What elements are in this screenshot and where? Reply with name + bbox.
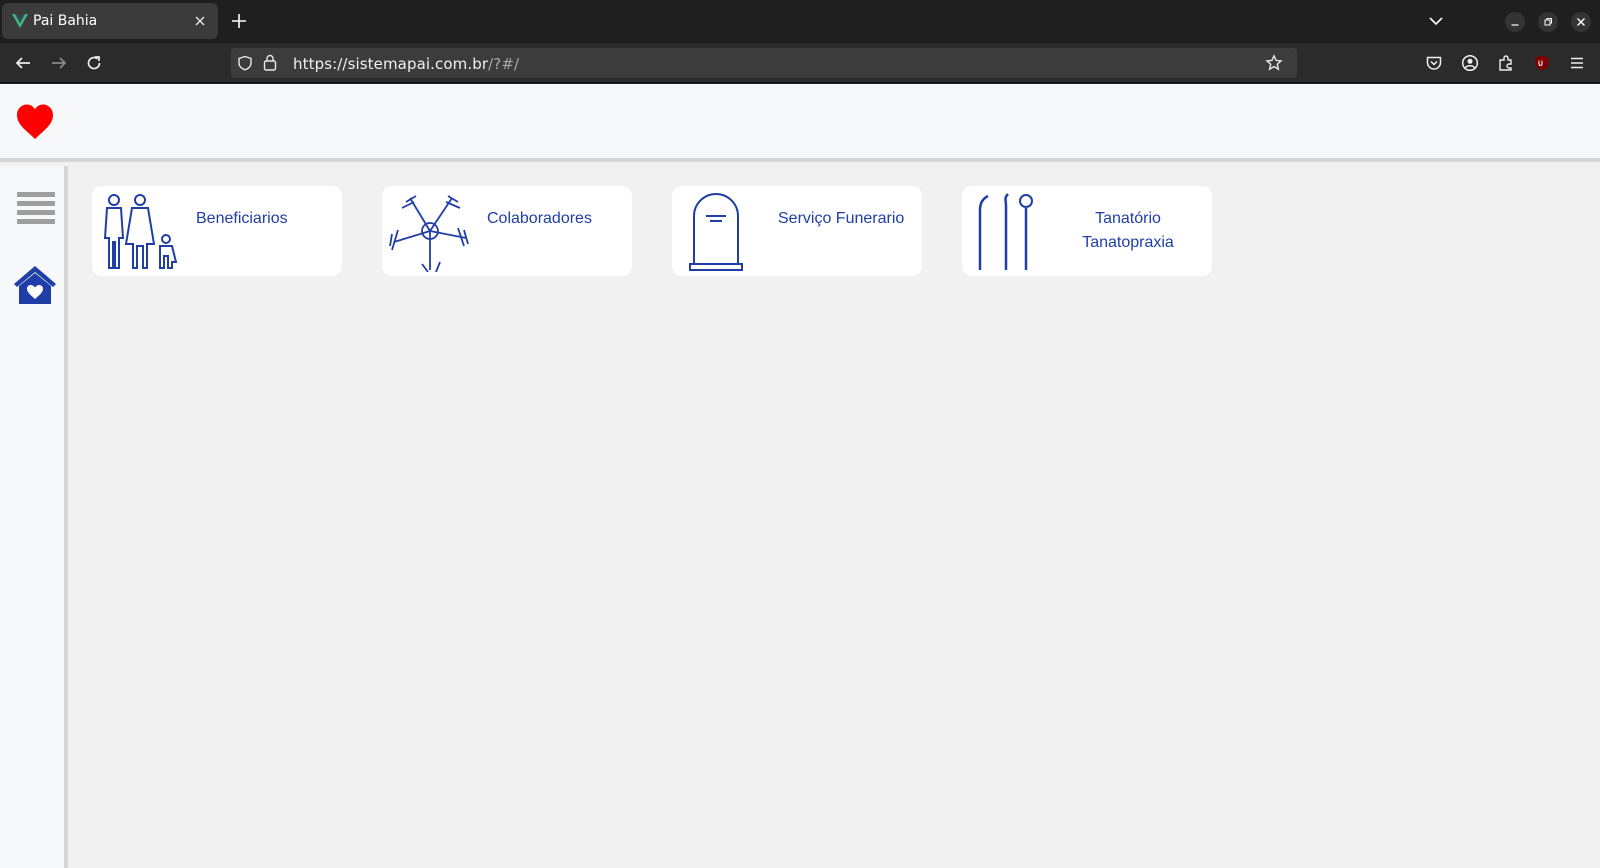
pocket-icon[interactable] — [1425, 54, 1443, 72]
tombstone-icon — [689, 193, 743, 271]
browser-tab-bar: Pai Bahia — [0, 0, 1600, 43]
heart-logo-icon[interactable] — [16, 104, 54, 140]
sidebar — [0, 166, 68, 868]
card-label: Beneficiarios — [196, 210, 288, 227]
card-label-multiline: Tanatório Tanatopraxia — [1052, 207, 1204, 255]
url-host: https://sistemapai.com.br — [293, 55, 489, 73]
vue-logo-icon — [12, 14, 28, 28]
back-arrow-icon[interactable] — [14, 54, 32, 72]
close-window-button[interactable] — [1571, 12, 1591, 32]
minimize-button[interactable] — [1505, 12, 1525, 32]
card-label-line2: Tanatopraxia — [1082, 234, 1174, 251]
restore-button[interactable] — [1538, 12, 1558, 32]
forward-arrow-icon[interactable] — [50, 54, 68, 72]
tab-title: Pai Bahia — [33, 13, 98, 29]
card-label-line1: Tanatório — [1095, 210, 1161, 227]
url-text[interactable]: https://sistemapai.com.br/?#/ — [293, 55, 519, 73]
card-beneficiarios[interactable]: Beneficiarios — [92, 186, 342, 276]
family-icon — [103, 194, 178, 269]
extensions-icon[interactable] — [1497, 54, 1515, 72]
hands-together-icon — [389, 195, 469, 272]
shield-icon[interactable] — [237, 55, 253, 71]
close-icon — [1577, 18, 1585, 26]
close-tab-icon[interactable] — [191, 12, 209, 30]
page-content: Beneficiarios Colaboradores Serviço Fune… — [0, 84, 1600, 868]
browser-tab[interactable]: Pai Bahia — [2, 3, 218, 39]
new-tab-icon[interactable] — [230, 12, 248, 30]
bookmark-star-icon[interactable] — [1265, 54, 1283, 72]
card-label: Colaboradores — [487, 210, 592, 227]
app-header — [0, 84, 1600, 162]
chevron-down-icon[interactable] — [1428, 13, 1444, 29]
minimize-icon — [1511, 24, 1519, 26]
card-servico-funerario[interactable]: Serviço Funerario — [672, 186, 922, 276]
card-tanatorio-tanatopraxia[interactable]: Tanatório Tanatopraxia — [962, 186, 1212, 276]
home-heart-icon[interactable] — [13, 264, 57, 306]
account-icon[interactable] — [1461, 54, 1479, 72]
url-path: /?#/ — [488, 55, 520, 73]
lock-icon[interactable] — [263, 54, 277, 71]
card-label: Serviço Funerario — [778, 210, 905, 227]
address-bar[interactable]: https://sistemapai.com.br/?#/ — [231, 48, 1297, 78]
reload-icon[interactable] — [85, 54, 103, 72]
browser-nav-bar: https://sistemapai.com.br/?#/ — [0, 43, 1600, 83]
restore-icon — [1544, 18, 1552, 26]
menu-icon[interactable] — [16, 190, 56, 224]
ublock-origin-icon[interactable] — [1533, 54, 1551, 72]
card-colaboradores[interactable]: Colaboradores — [382, 186, 632, 276]
embalming-tools-icon — [978, 193, 1033, 270]
hamburger-menu-icon[interactable] — [1568, 54, 1586, 72]
